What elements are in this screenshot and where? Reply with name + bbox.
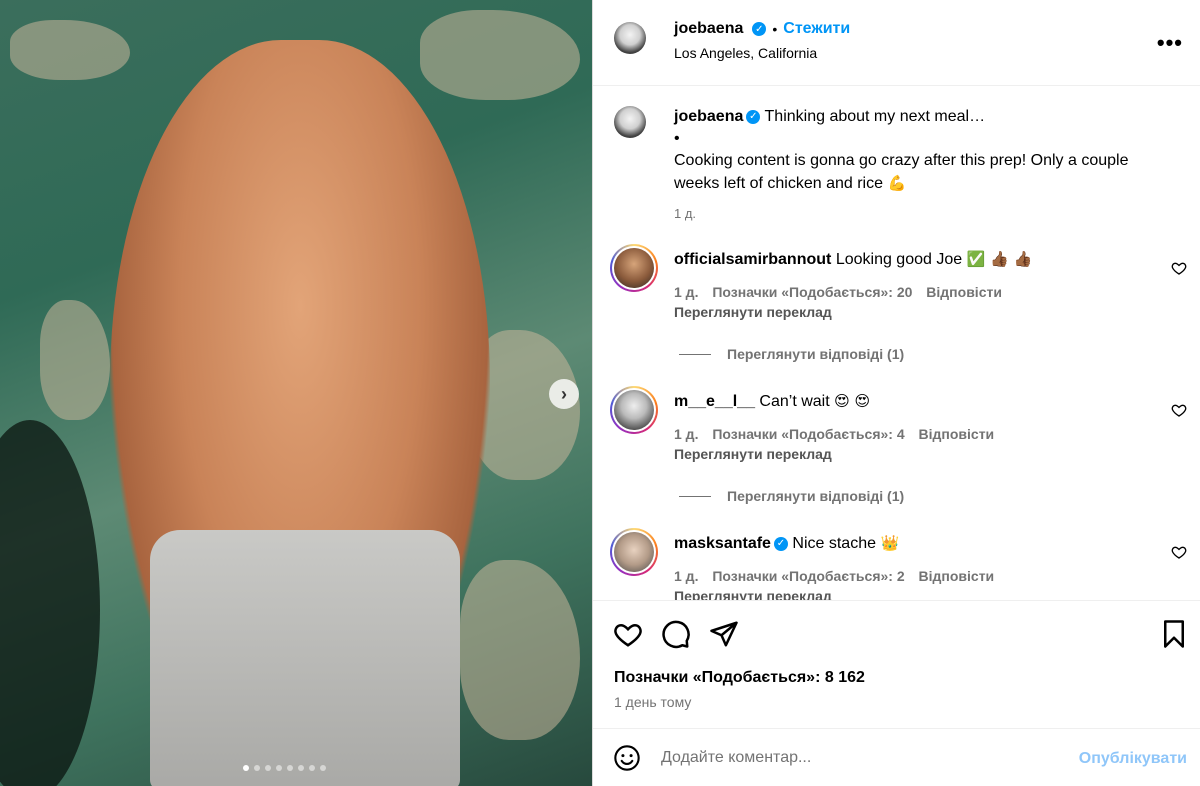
post-date[interactable]: 1 день тому (614, 694, 691, 710)
comment-emoji: ✅ 👍🏾 👍🏾 (966, 250, 1033, 268)
verified-badge-icon: ✓ (773, 536, 788, 551)
reply-button[interactable]: Відповісти (926, 284, 1002, 300)
post-caption: joebaena ✓ Thinking about my next meal… •… (674, 106, 1174, 225)
replies-divider-line (679, 495, 711, 497)
caption-timestamp: 1 д. (674, 206, 697, 221)
post-actions-bar: Позначки «Подобається»: 8 162 1 день том… (593, 600, 1200, 728)
bookmark-icon[interactable] (1159, 619, 1189, 649)
comment-like-heart-icon[interactable] (1171, 260, 1187, 276)
verified-badge-icon: ✓ (746, 109, 761, 124)
comment-text: Can’t wait (759, 393, 830, 410)
view-replies-label: Переглянути відповіді (1) (727, 346, 905, 362)
like-heart-icon[interactable] (613, 619, 643, 649)
likes-count[interactable]: Позначки «Подобається»: 8 162 (614, 669, 865, 687)
comment-timestamp[interactable]: 1 д. (674, 284, 698, 300)
follow-button[interactable]: Стежити (783, 20, 850, 38)
comment-timestamp[interactable]: 1 д. (674, 426, 698, 442)
verified-badge-icon: ✓ (752, 22, 767, 36)
comment-avatar[interactable] (610, 386, 658, 434)
media-dot (276, 765, 282, 771)
media-dot (298, 765, 304, 771)
flexed-biceps-emoji: 💪 (887, 174, 907, 192)
separator-dot: • (772, 21, 778, 37)
replies-divider-line (679, 353, 711, 355)
comment-timestamp[interactable]: 1 д. (674, 568, 698, 584)
media-dot (243, 765, 249, 771)
media-dot (254, 765, 260, 771)
comment-username[interactable]: officialsamirbannout (674, 251, 831, 268)
media-dot (309, 765, 315, 771)
comment-emoji: 😍 😍 (834, 392, 871, 410)
author-username[interactable]: joebaena (674, 20, 743, 38)
media-dot (265, 765, 271, 771)
publish-button[interactable]: Опублікувати (1079, 750, 1187, 768)
comments-scroll-area[interactable]: joebaena ✓ Thinking about my next meal… •… (593, 86, 1200, 600)
smiley-icon[interactable] (613, 744, 641, 772)
comment-input[interactable] (661, 746, 1061, 770)
media-dot (320, 765, 326, 771)
chevron-right-icon: › (561, 383, 567, 404)
post-header: joebaena ✓ • Стежити Los Angeles, Califo… (593, 0, 1200, 86)
comment-username[interactable]: masksantafe (674, 535, 771, 552)
comment-text: Nice stache (792, 535, 876, 552)
next-media-button[interactable]: › (549, 379, 579, 409)
comment-avatar[interactable] (610, 244, 658, 292)
comment-likes-count[interactable]: Позначки «Подобається»: 4 (712, 426, 904, 442)
view-translation-link[interactable]: Переглянути переклад (674, 446, 832, 462)
media-dot (287, 765, 293, 771)
view-translation-link[interactable]: Переглянути переклад (674, 304, 832, 320)
comment-emoji: 👑 (880, 534, 900, 552)
media-pagination-dots (243, 765, 326, 771)
comment-like-heart-icon[interactable] (1171, 544, 1187, 560)
add-comment-form: Опублікувати (593, 728, 1200, 786)
view-replies-label: Переглянути відповіді (1) (727, 488, 905, 504)
post-media[interactable]: › (0, 0, 592, 786)
post-side-panel: joebaena ✓ • Стежити Los Angeles, Califo… (592, 0, 1200, 786)
wall-shadow (0, 420, 100, 786)
comment-text: Looking good Joe (835, 251, 963, 268)
comment-avatar[interactable] (610, 528, 658, 576)
comment-like-heart-icon[interactable] (1171, 402, 1187, 418)
paper-plane-icon[interactable] (709, 619, 739, 649)
author-avatar[interactable] (614, 22, 646, 54)
comment-username[interactable]: m__e__l__ (674, 393, 755, 410)
caption-author-avatar[interactable] (614, 106, 646, 138)
caption-author-username[interactable]: joebaena (674, 108, 743, 125)
caption-line1: Thinking about my next meal… (764, 108, 986, 125)
comment-likes-count[interactable]: Позначки «Подобається»: 20 (712, 284, 912, 300)
post-photo-shorts (150, 530, 460, 786)
view-translation-link[interactable]: Переглянути переклад (674, 588, 832, 600)
view-replies-button[interactable]: Переглянути відповіді (1) (679, 346, 904, 362)
caption-bullet: • (674, 130, 680, 147)
view-replies-button[interactable]: Переглянути відповіді (1) (679, 488, 904, 504)
reply-button[interactable]: Відповісти (919, 426, 995, 442)
comment-likes-count[interactable]: Позначки «Подобається»: 2 (712, 568, 904, 584)
more-options-icon[interactable]: ••• (1157, 30, 1183, 56)
reply-button[interactable]: Відповісти (919, 568, 995, 584)
comment-icon[interactable] (661, 619, 691, 649)
post-location[interactable]: Los Angeles, California (674, 45, 817, 61)
